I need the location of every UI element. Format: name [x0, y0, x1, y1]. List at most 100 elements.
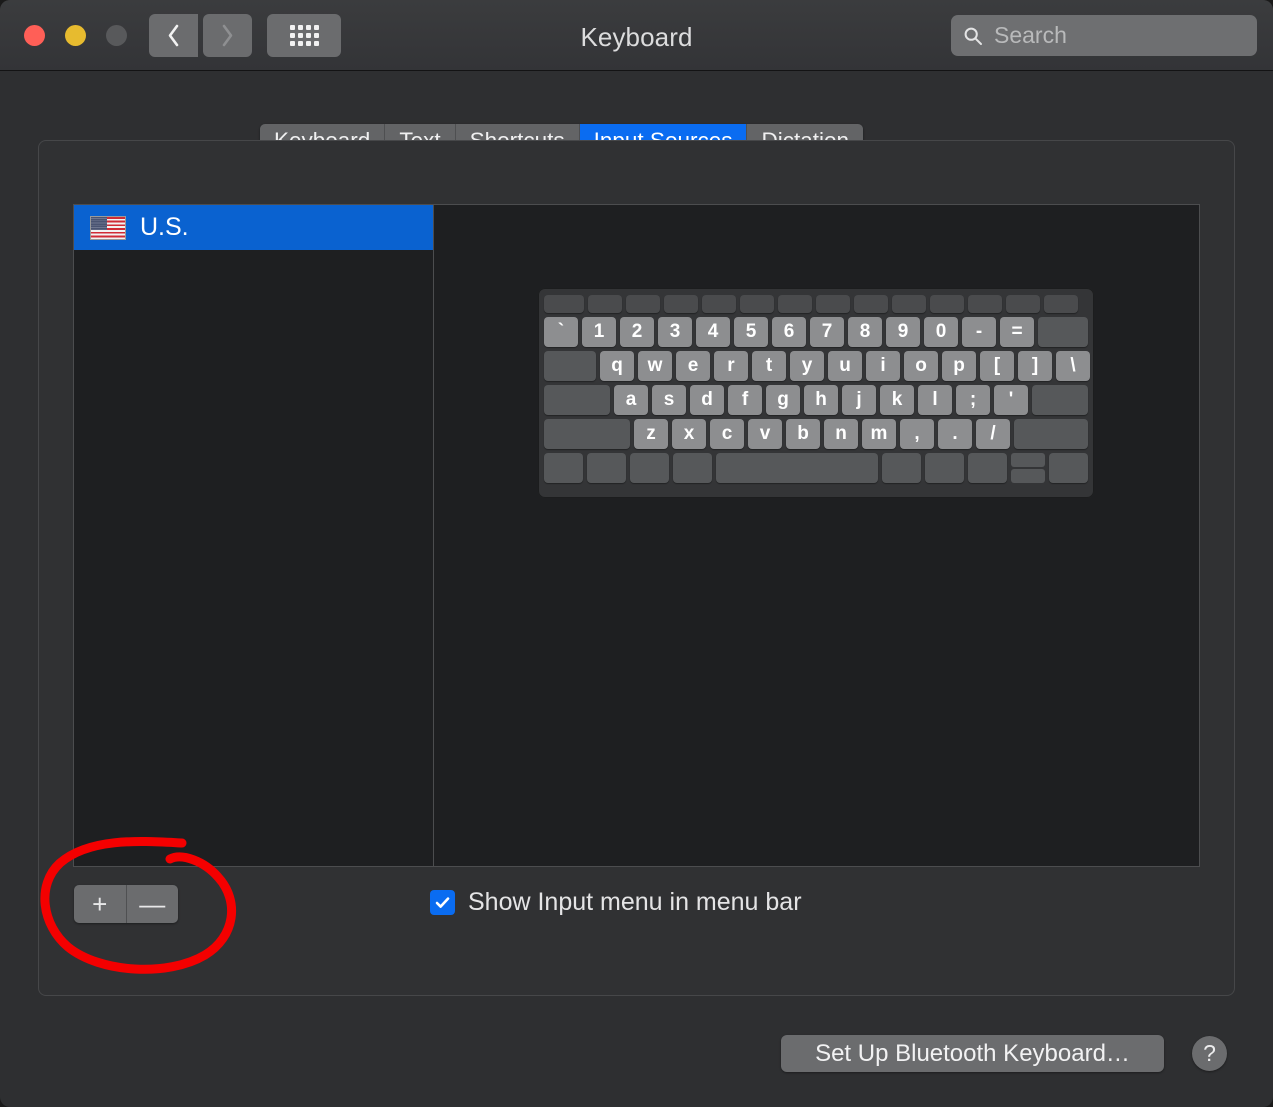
key-f1: [588, 295, 622, 313]
add-input-source-button[interactable]: +: [74, 885, 127, 923]
set-up-bluetooth-keyboard-button[interactable]: Set Up Bluetooth Keyboard…: [781, 1035, 1164, 1072]
key-w: w: [638, 351, 672, 381]
key-u: u: [828, 351, 862, 381]
key-y: y: [790, 351, 824, 381]
search-field[interactable]: Search: [951, 15, 1257, 56]
key-semicolon: ;: [956, 385, 990, 415]
list-item-us[interactable]: U.S.: [74, 205, 433, 250]
keyboard-layout-preview: ` 1 2 3 4 5 6 7 8 9 0 - = q w e r t y u …: [538, 288, 1094, 498]
key-f5: [740, 295, 774, 313]
key-v: v: [748, 419, 782, 449]
key-fn: [544, 453, 583, 483]
key-delete: [1038, 317, 1088, 347]
key-z: z: [634, 419, 668, 449]
key-n: n: [824, 419, 858, 449]
key-b: b: [786, 419, 820, 449]
title-bar: Keyboard Search: [0, 0, 1273, 71]
key-e: e: [676, 351, 710, 381]
key-command-right: [882, 453, 921, 483]
key-period: .: [938, 419, 972, 449]
key-option-left: [630, 453, 669, 483]
key-k: k: [880, 385, 914, 415]
key-t: t: [752, 351, 786, 381]
key-tab: [544, 351, 596, 381]
key-x: x: [672, 419, 706, 449]
key-slash: /: [976, 419, 1010, 449]
key-f: f: [728, 385, 762, 415]
key-q: q: [600, 351, 634, 381]
key-r: r: [714, 351, 748, 381]
key-h: h: [804, 385, 838, 415]
key-quote: ': [994, 385, 1028, 415]
key-arrow-up-down: [1011, 453, 1045, 483]
search-placeholder: Search: [994, 22, 1067, 48]
key-shift-left: [544, 419, 630, 449]
key-f7: [816, 295, 850, 313]
key-f3: [664, 295, 698, 313]
keyboard-top-letter-row: q w e r t y u i o p [ ] \: [544, 351, 1090, 381]
system-preferences-window: Keyboard Search Keyboard Text Shortcuts …: [0, 0, 1273, 1107]
key-comma: ,: [900, 419, 934, 449]
key-s: s: [652, 385, 686, 415]
key-d: d: [690, 385, 724, 415]
list-item-label: U.S.: [140, 213, 189, 241]
add-remove-source-controls: + —: [74, 885, 178, 923]
key-c: c: [710, 419, 744, 449]
search-icon: [964, 27, 982, 45]
keyboard-home-row: a s d f g h j k l ; ': [544, 385, 1088, 415]
help-button[interactable]: ?: [1192, 1036, 1227, 1071]
key-caps-lock: [544, 385, 610, 415]
key-equals: =: [1000, 317, 1034, 347]
key-f12: [1006, 295, 1040, 313]
key-m: m: [862, 419, 896, 449]
key-bracket-left: [: [980, 351, 1014, 381]
key-6: 6: [772, 317, 806, 347]
key-f8: [854, 295, 888, 313]
checkmark-icon: [435, 897, 450, 908]
key-8: 8: [848, 317, 882, 347]
key-arrow-right: [1049, 453, 1088, 483]
key-backtick: `: [544, 317, 578, 347]
key-f4: [702, 295, 736, 313]
key-option-right: [925, 453, 964, 483]
key-space: [716, 453, 878, 483]
key-0: 0: [924, 317, 958, 347]
key-f11: [968, 295, 1002, 313]
key-2: 2: [620, 317, 654, 347]
key-o: o: [904, 351, 938, 381]
key-9: 9: [886, 317, 920, 347]
key-i: i: [866, 351, 900, 381]
key-control: [587, 453, 626, 483]
key-g: g: [766, 385, 800, 415]
remove-input-source-button[interactable]: —: [126, 885, 178, 923]
show-input-menu-label: Show Input menu in menu bar: [468, 888, 802, 916]
show-input-menu-checkbox[interactable]: [430, 890, 455, 915]
key-backslash: \: [1056, 351, 1090, 381]
keyboard-number-row: ` 1 2 3 4 5 6 7 8 9 0 - =: [544, 317, 1088, 347]
key-1: 1: [582, 317, 616, 347]
key-eject: [1044, 295, 1078, 313]
key-5: 5: [734, 317, 768, 347]
keyboard-function-row: [544, 295, 1088, 313]
list-preview-divider: [433, 205, 434, 866]
key-j: j: [842, 385, 876, 415]
keyboard-modifier-row: [544, 453, 1088, 483]
key-3: 3: [658, 317, 692, 347]
key-minus: -: [962, 317, 996, 347]
keyboard-bottom-letter-row: z x c v b n m , . /: [544, 419, 1088, 449]
key-command-left: [673, 453, 712, 483]
key-f6: [778, 295, 812, 313]
key-shift-right: [1014, 419, 1088, 449]
key-arrow-left: [968, 453, 1007, 483]
show-input-menu-row[interactable]: Show Input menu in menu bar: [430, 888, 802, 917]
key-7: 7: [810, 317, 844, 347]
key-p: p: [942, 351, 976, 381]
key-f2: [626, 295, 660, 313]
key-esc: [544, 295, 584, 313]
key-return: [1032, 385, 1088, 415]
key-f10: [930, 295, 964, 313]
key-bracket-right: ]: [1018, 351, 1052, 381]
us-flag-icon: [90, 215, 126, 240]
key-f9: [892, 295, 926, 313]
key-a: a: [614, 385, 648, 415]
